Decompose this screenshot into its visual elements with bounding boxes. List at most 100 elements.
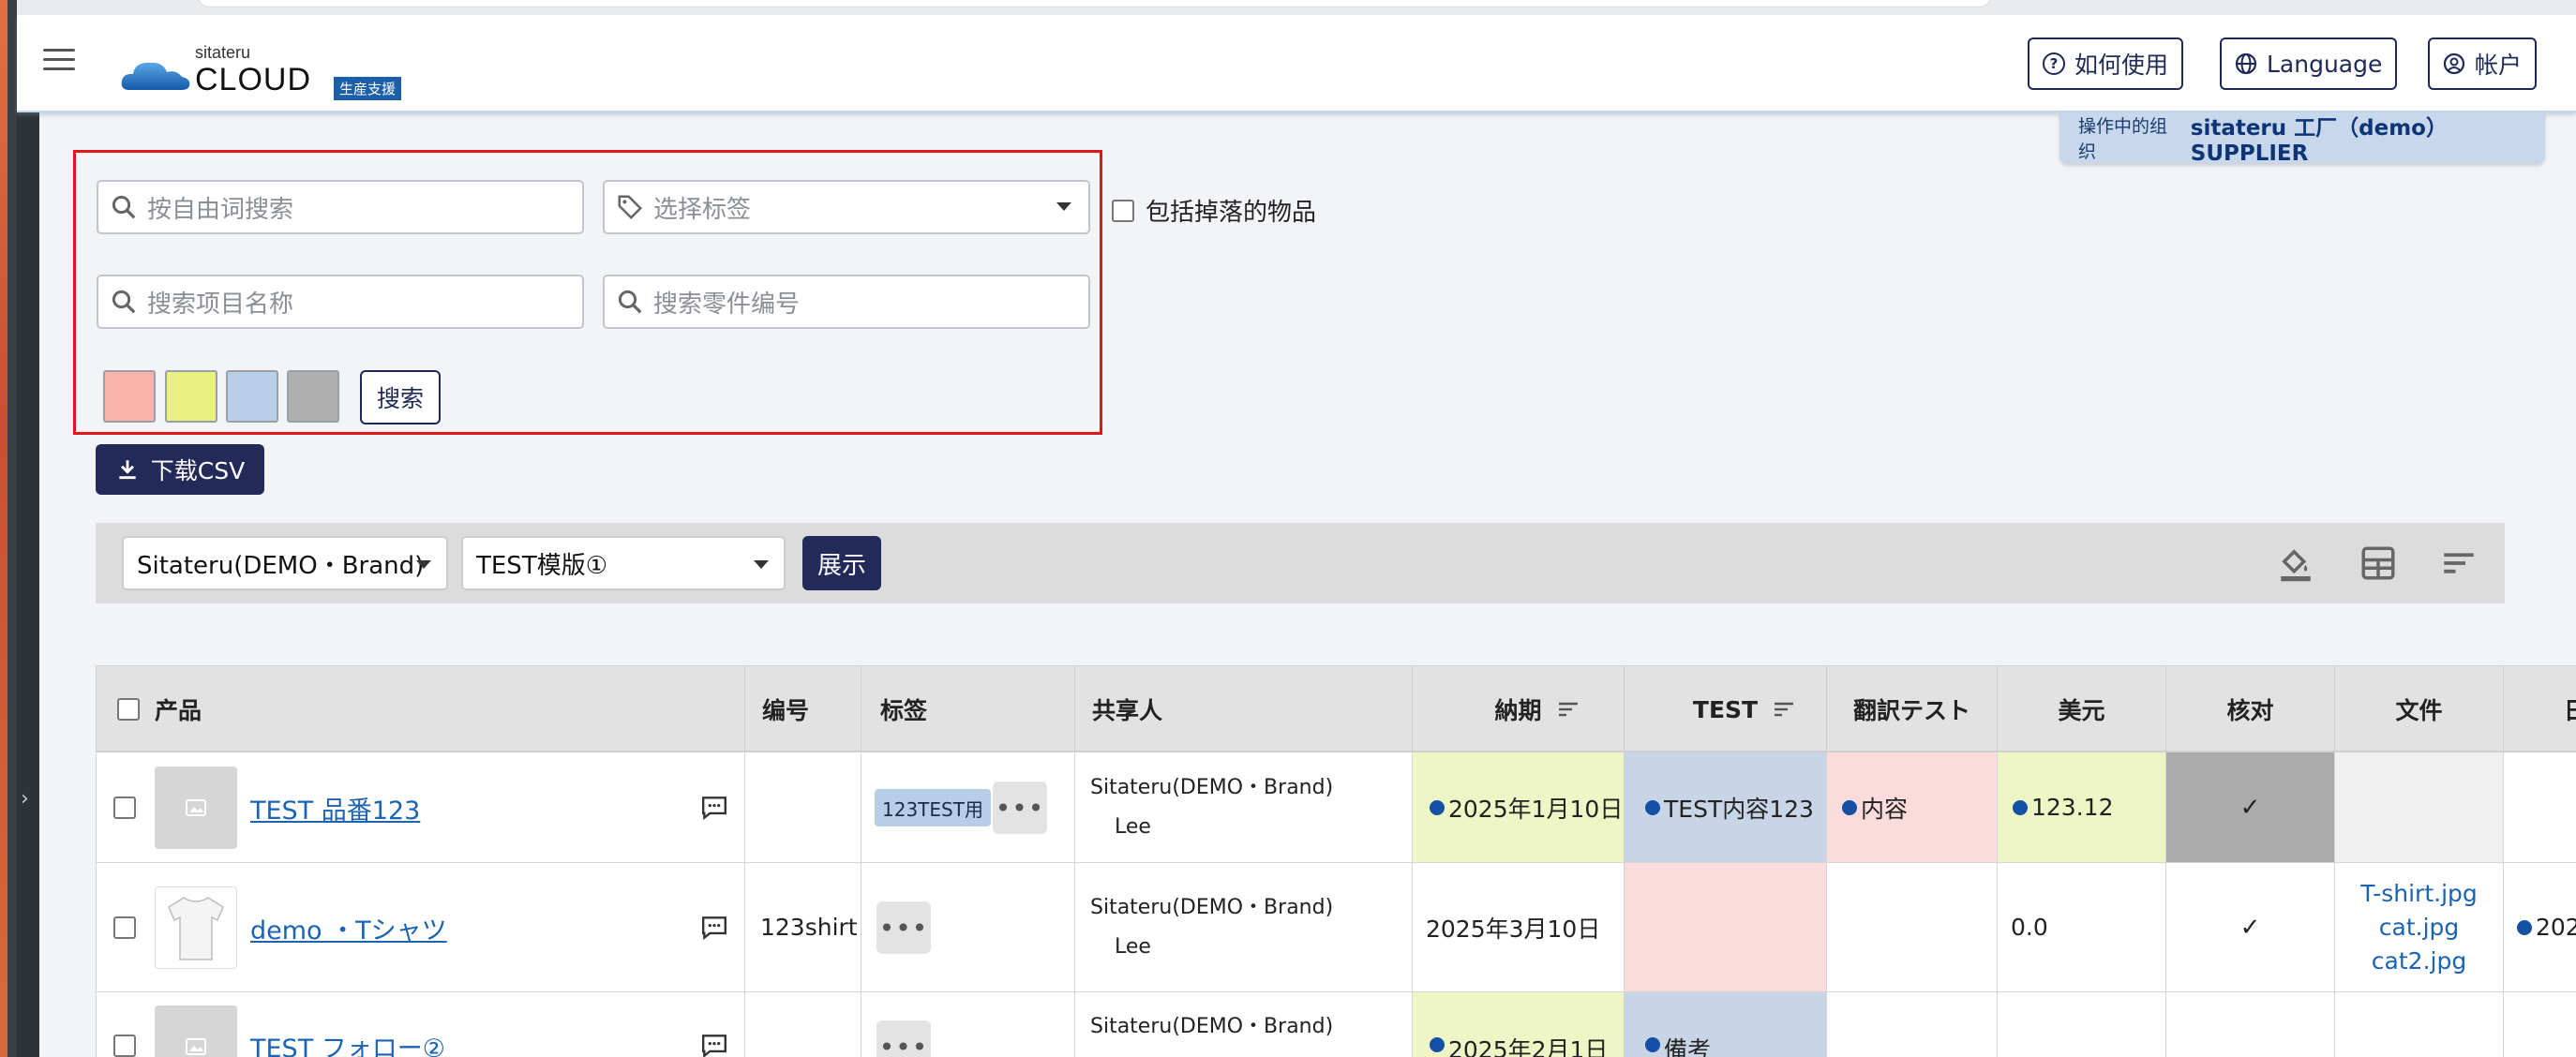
row-checkbox[interactable] (113, 916, 136, 939)
tag-cell: 123TEST用 ••• (861, 752, 1075, 862)
tshirt-thumbnail (155, 886, 237, 969)
sort-icon[interactable] (2439, 543, 2479, 583)
column-header-product: 产品 (97, 666, 745, 752)
date-cell (2504, 752, 2576, 862)
project-placeholder: 搜索项目名称 (147, 290, 294, 319)
product-cell: TEST 品番123 (97, 752, 745, 862)
sitateru-cloud-logo[interactable]: sitateru CLOUD 生産支援 (120, 36, 420, 100)
search-button[interactable]: 搜索 (360, 370, 441, 424)
side-drawer-rail[interactable]: › (17, 112, 39, 1057)
test-value: TEST内容123 (1664, 795, 1814, 823)
file-link[interactable]: T-shirt.jpg (2360, 877, 2478, 911)
language-button[interactable]: Language (2220, 37, 2398, 90)
account-icon (2443, 52, 2465, 75)
number-cell (745, 992, 861, 1057)
product-link[interactable]: TEST 品番123 (250, 790, 420, 826)
layout-icon[interactable] (2359, 543, 2398, 583)
address-bar-edge (197, 0, 1992, 7)
sort-icon[interactable] (1557, 700, 1580, 719)
check-icon: ✓ (2239, 913, 2261, 942)
product-link[interactable]: demo ・Tシャツ (250, 910, 447, 946)
table-header: 产品 编号 标签 共享人 納期 TEST 翻訳テスト 美元 核对 文件 日 (97, 666, 2576, 752)
tag-select[interactable]: 选择标签 (603, 180, 1090, 234)
column-header-number: 编号 (745, 666, 861, 752)
column-header-translation: 翻訳テスト (1827, 666, 1998, 752)
date-cell: 2024 (2504, 863, 2576, 991)
paint-bucket-icon[interactable] (2276, 543, 2315, 583)
table-toolbar: Sitateru(DEMO・Brand) TEST模版① 展示 (96, 523, 2505, 603)
sharer-company: Sitateru(DEMO・Brand) (1090, 775, 1334, 799)
more-options-button[interactable]: ••• (876, 901, 931, 954)
color-filter-blue[interactable] (226, 370, 278, 423)
freeword-search-input[interactable]: 按自由词搜索 (97, 180, 584, 234)
help-button[interactable]: ? 如何使用 (2028, 37, 2184, 90)
search-icon (618, 290, 642, 314)
comment-icon[interactable] (700, 796, 728, 820)
download-icon (119, 460, 136, 480)
more-options-button[interactable]: ••• (876, 1020, 931, 1057)
comment-icon[interactable] (700, 916, 728, 940)
chevron-right-icon[interactable]: › (21, 787, 29, 811)
table-row[interactable]: TEST フォロー② ••• Sitateru(DEMO・Brand) 2025… (97, 992, 2576, 1057)
show-button[interactable]: 展示 (802, 536, 881, 590)
chevron-down-icon (1056, 202, 1071, 211)
color-filter-yellow[interactable] (165, 370, 217, 423)
column-header-date: 日 (2504, 666, 2576, 752)
logo-tag: 生産支援 (334, 77, 402, 100)
sharer-person: Lee (1115, 934, 1151, 959)
test-value: 備考 (1664, 1036, 1712, 1057)
number-cell: 123shirt (745, 863, 861, 991)
company-select[interactable]: Sitateru(DEMO・Brand) (122, 536, 448, 590)
number-cell (745, 752, 861, 862)
table-row[interactable]: demo ・Tシャツ 123shirt ••• Sitateru(DEMO・Br… (97, 863, 2576, 992)
project-name-search-input[interactable]: 搜索项目名称 (97, 275, 584, 329)
column-header-test[interactable]: TEST (1625, 666, 1827, 752)
column-header-tag: 标签 (861, 666, 1075, 752)
download-csv-button[interactable]: 下载CSV (96, 444, 264, 495)
logo-main-text: CLOUD (195, 62, 312, 97)
part-number-search-input[interactable]: 搜索零件编号 (603, 275, 1090, 329)
table-row[interactable]: TEST 品番123 123TEST用 ••• Sitateru(DEMO・Br… (97, 752, 2576, 863)
more-options-button[interactable]: ••• (993, 782, 1047, 834)
file-link[interactable]: cat.jpg (2379, 911, 2460, 945)
test-cell: 備考 (1625, 992, 1827, 1057)
tag-chip: 123TEST用 (875, 789, 991, 826)
org-value: sitateru 工厂（demo） SUPPLIER (2190, 116, 2448, 166)
files-cell (2335, 992, 2504, 1057)
column-header-verify: 核对 (2166, 666, 2335, 752)
column-header-files: 文件 (2335, 666, 2504, 752)
image-placeholder-icon (155, 1005, 237, 1057)
files-cell: T-shirt.jpg cat.jpg cat2.jpg (2335, 863, 2504, 991)
sharer-cell: Sitateru(DEMO・Brand) Lee (1075, 752, 1413, 862)
comment-icon[interactable] (700, 1034, 728, 1057)
sort-icon[interactable] (1773, 700, 1795, 719)
usd-cell: 123.12 (1998, 752, 2166, 862)
deadline-cell: 2025年2月1日 (1413, 992, 1625, 1057)
verify-cell: ✓ (2166, 752, 2335, 862)
left-edge-accent (0, 0, 7, 1057)
test-cell: TEST内容123 (1625, 752, 1827, 862)
chevron-down-icon (754, 560, 769, 569)
checkbox-box[interactable] (1112, 199, 1134, 222)
file-link[interactable]: cat2.jpg (2372, 945, 2466, 978)
column-header-deadline[interactable]: 納期 (1413, 666, 1625, 752)
sharer-company: Sitateru(DEMO・Brand) (1090, 1015, 1334, 1038)
template-select[interactable]: TEST模版① (461, 536, 786, 590)
date-cell (2504, 992, 2576, 1057)
include-lost-items-checkbox[interactable]: 包括掉落的物品 (1112, 193, 1316, 228)
color-filter-red[interactable] (103, 370, 156, 423)
product-header-label: 产品 (155, 697, 202, 724)
check-icon: ✓ (2239, 793, 2261, 822)
color-filter-gray[interactable] (287, 370, 339, 423)
select-all-checkbox[interactable] (117, 698, 140, 721)
row-checkbox[interactable] (113, 796, 136, 819)
menu-icon[interactable] (43, 49, 75, 73)
product-link[interactable]: TEST フォロー② (250, 1028, 445, 1057)
current-organization-banner: 操作中的组织 sitateru 工厂（demo） SUPPLIER (2059, 112, 2545, 166)
account-button[interactable]: 帐户 (2428, 37, 2538, 90)
sharer-cell: Sitateru(DEMO・Brand) (1075, 992, 1413, 1057)
usd-value: 123.12 (2031, 794, 2114, 821)
tag-icon (618, 195, 643, 220)
row-checkbox[interactable] (113, 1035, 136, 1057)
help-label: 如何使用 (2074, 52, 2169, 79)
